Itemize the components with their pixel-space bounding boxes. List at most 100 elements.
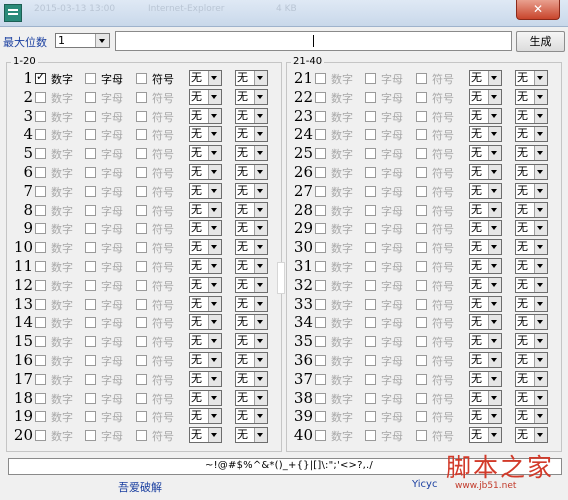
symbol-checkbox[interactable] — [416, 355, 427, 366]
letter-checkbox[interactable] — [85, 373, 96, 385]
symbol-checkbox[interactable] — [416, 167, 427, 178]
digit-checkbox[interactable] — [35, 242, 46, 254]
mode-select[interactable]: 无 — [515, 427, 548, 444]
digit-checkbox[interactable] — [35, 167, 46, 178]
digit-checkbox[interactable] — [315, 204, 326, 216]
mode-select[interactable]: 无 — [515, 182, 548, 199]
letter-checkbox[interactable] — [365, 261, 376, 272]
mode-select[interactable]: 无 — [469, 70, 502, 86]
mode-select[interactable]: 无 — [189, 314, 222, 331]
letter-checkbox[interactable] — [365, 204, 376, 216]
mode-select[interactable]: 无 — [515, 88, 548, 105]
digit-checkbox[interactable] — [315, 411, 326, 423]
mode-select[interactable]: 无 — [515, 408, 548, 425]
letter-checkbox[interactable] — [365, 298, 376, 310]
mode-select[interactable]: 无 — [469, 239, 502, 256]
symbol-checkbox[interactable] — [416, 223, 427, 235]
letter-checkbox[interactable] — [365, 279, 376, 291]
mode-select[interactable]: 无 — [189, 352, 222, 368]
mode-select[interactable]: 无 — [235, 88, 268, 105]
digit-checkbox[interactable] — [315, 148, 326, 160]
letter-checkbox[interactable] — [365, 430, 376, 442]
digit-checkbox[interactable] — [35, 185, 46, 197]
digit-checkbox[interactable] — [35, 355, 46, 366]
mode-select[interactable]: 无 — [469, 408, 502, 425]
symbol-checkbox[interactable] — [136, 242, 147, 254]
mode-select[interactable]: 无 — [189, 164, 222, 180]
digit-checkbox[interactable] — [315, 223, 326, 235]
symbol-checkbox[interactable] — [136, 298, 147, 310]
letter-checkbox[interactable] — [365, 167, 376, 178]
digit-checkbox[interactable] — [35, 392, 46, 404]
digit-checkbox[interactable] — [315, 129, 326, 141]
mode-select[interactable]: 无 — [515, 107, 548, 124]
symbol-checkbox[interactable] — [136, 167, 147, 178]
mode-select[interactable]: 无 — [189, 427, 222, 444]
digit-checkbox[interactable] — [315, 373, 326, 385]
mode-select[interactable]: 无 — [515, 389, 548, 406]
digit-checkbox[interactable] — [315, 91, 326, 103]
letter-checkbox[interactable] — [365, 242, 376, 254]
digit-checkbox[interactable] — [35, 110, 46, 122]
mode-select[interactable]: 无 — [469, 201, 502, 218]
digit-checkbox[interactable] — [35, 279, 46, 291]
mode-select[interactable]: 无 — [469, 220, 502, 237]
symbol-checkbox[interactable] — [416, 110, 427, 122]
letter-checkbox[interactable] — [85, 392, 96, 404]
mode-select[interactable]: 无 — [235, 126, 268, 143]
letter-checkbox[interactable] — [85, 148, 96, 160]
digit-checkbox[interactable] — [35, 223, 46, 235]
mode-select[interactable]: 无 — [469, 182, 502, 199]
mode-select[interactable]: 无 — [235, 314, 268, 331]
symbol-checkbox[interactable] — [136, 110, 147, 122]
mode-select[interactable]: 无 — [189, 276, 222, 293]
letter-checkbox[interactable] — [85, 298, 96, 310]
digit-checkbox[interactable] — [315, 167, 326, 178]
letter-checkbox[interactable] — [365, 91, 376, 103]
symbol-checkbox[interactable] — [416, 204, 427, 216]
letter-checkbox[interactable] — [85, 355, 96, 366]
digit-checkbox[interactable] — [35, 411, 46, 423]
symbol-checkbox[interactable] — [416, 392, 427, 404]
mode-select[interactable]: 无 — [515, 276, 548, 293]
letter-checkbox[interactable] — [85, 110, 96, 122]
generate-button[interactable]: 生成 — [516, 31, 565, 52]
mode-select[interactable]: 无 — [469, 88, 502, 105]
output-field[interactable] — [115, 31, 512, 51]
letter-checkbox[interactable] — [365, 129, 376, 141]
letter-checkbox[interactable] — [365, 411, 376, 423]
digit-checkbox[interactable] — [35, 91, 46, 103]
letter-checkbox[interactable] — [85, 185, 96, 197]
letter-checkbox[interactable] — [365, 373, 376, 385]
mode-select[interactable]: 无 — [235, 408, 268, 425]
mode-select[interactable]: 无 — [515, 333, 548, 350]
digit-checkbox[interactable] — [35, 430, 46, 442]
digit-checkbox[interactable] — [315, 185, 326, 197]
mode-select[interactable]: 无 — [515, 145, 548, 162]
symbol-checkbox[interactable] — [136, 317, 147, 329]
mode-select[interactable]: 无 — [189, 239, 222, 256]
mode-select[interactable]: 无 — [469, 333, 502, 350]
symbol-checkbox[interactable] — [136, 91, 147, 103]
mode-select[interactable]: 无 — [235, 389, 268, 406]
symbol-checkbox[interactable] — [136, 430, 147, 442]
letter-checkbox[interactable] — [85, 167, 96, 178]
mode-select[interactable]: 无 — [469, 258, 502, 274]
mode-select[interactable]: 无 — [469, 126, 502, 143]
scrollbar-thumb[interactable] — [277, 262, 285, 294]
letter-checkbox[interactable] — [85, 129, 96, 141]
symbol-checkbox[interactable] — [136, 411, 147, 423]
digit-checkbox[interactable] — [35, 261, 46, 272]
mode-select[interactable]: 无 — [515, 352, 548, 368]
mode-select[interactable]: 无 — [235, 352, 268, 368]
mode-select[interactable]: 无 — [235, 258, 268, 274]
symbol-checkbox[interactable] — [136, 129, 147, 141]
digit-checkbox[interactable] — [315, 279, 326, 291]
mode-select[interactable]: 无 — [469, 427, 502, 444]
mode-select[interactable]: 无 — [235, 145, 268, 162]
mode-select[interactable]: 无 — [235, 201, 268, 218]
mode-select[interactable]: 无 — [235, 70, 268, 86]
symbol-checkbox[interactable] — [416, 317, 427, 329]
close-button[interactable]: ✕ — [516, 0, 560, 20]
letter-checkbox[interactable] — [85, 261, 96, 272]
